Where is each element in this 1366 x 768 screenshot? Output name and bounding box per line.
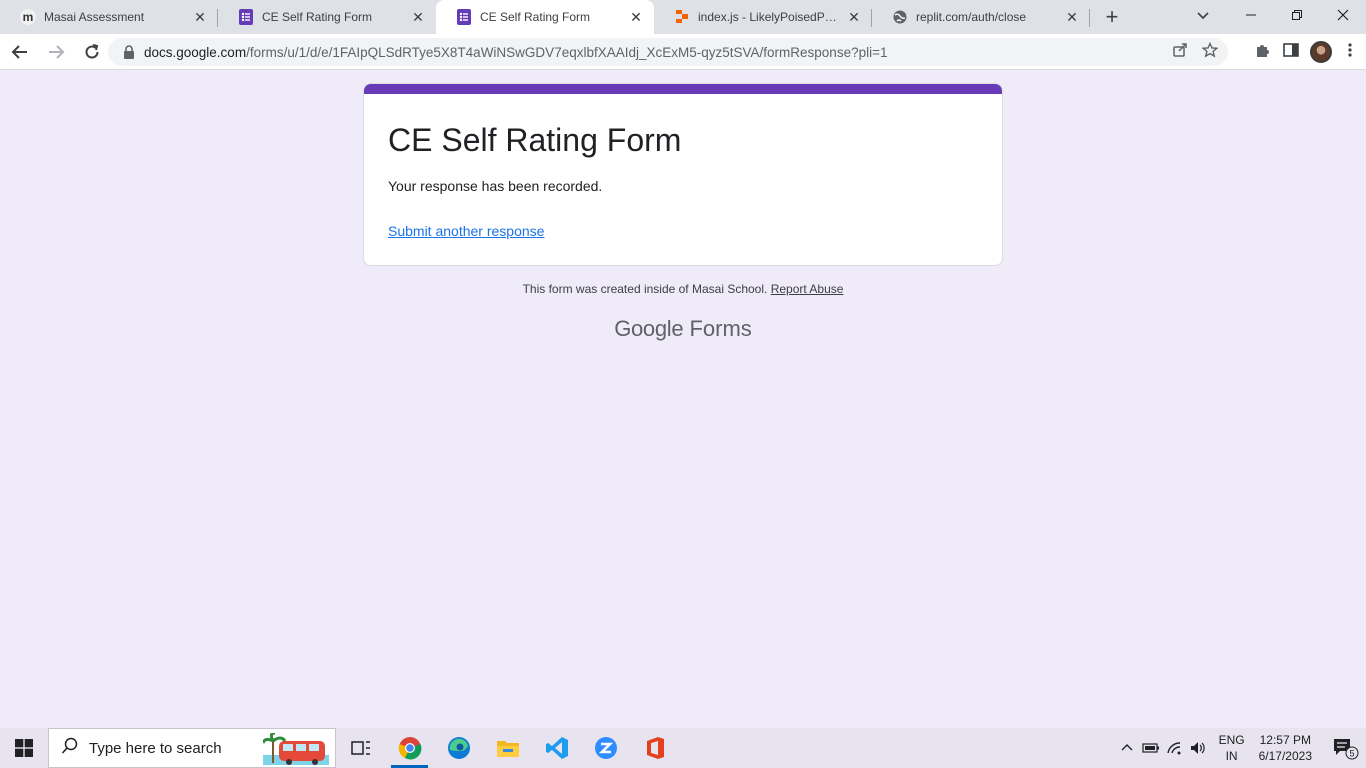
vscode-icon[interactable] xyxy=(532,728,581,768)
system-tray: ENG IN 12:57 PM 6/17/2023 5 xyxy=(1115,728,1366,768)
tab-title: Masai Assessment xyxy=(44,10,145,24)
windows-taskbar: Type here to search ENG IN 12:57 PM 6/17… xyxy=(0,728,1366,768)
svg-text:m: m xyxy=(23,10,34,24)
windows-start-button[interactable] xyxy=(0,728,48,768)
brand-google: Google xyxy=(614,316,684,341)
tab-search-chevron-icon[interactable] xyxy=(1188,0,1218,30)
minimize-button[interactable] xyxy=(1228,0,1274,30)
browser-toolbar: docs.google.com/forms/u/1/d/e/1FAIpQLSdR… xyxy=(0,34,1366,70)
chevron-up-icon[interactable] xyxy=(1115,742,1139,754)
tab-title: CE Self Rating Form xyxy=(262,10,373,24)
tab-ce-self-rating-active[interactable]: CE Self Rating Form ✕ xyxy=(436,0,654,34)
brand-forms: Forms xyxy=(689,316,752,341)
window-controls xyxy=(1228,0,1366,30)
created-inside-text: This form was created inside of Masai Sc… xyxy=(522,282,768,296)
tab-title: index.js - LikelyPoisedPaint - xyxy=(698,10,840,24)
globe-icon xyxy=(892,9,908,25)
edge-taskbar-icon[interactable] xyxy=(434,728,483,768)
language-indicator[interactable]: ENG IN xyxy=(1219,732,1245,764)
search-highlight-illustration xyxy=(261,731,329,765)
notification-center-icon[interactable]: 5 xyxy=(1326,736,1366,760)
lang-code: ENG xyxy=(1218,733,1245,747)
reload-button[interactable] xyxy=(76,36,108,68)
new-tab-button[interactable]: + xyxy=(1090,0,1134,34)
profile-avatar[interactable] xyxy=(1310,41,1332,63)
office-icon[interactable] xyxy=(630,728,679,768)
close-icon[interactable]: ✕ xyxy=(1064,9,1080,25)
form-footer-note: This form was created inside of Masai Sc… xyxy=(363,282,1003,296)
tab-strip: m Masai Assessment ✕ CE Self Rating Form… xyxy=(0,0,1366,34)
clock[interactable]: 12:57 PM 6/17/2023 xyxy=(1259,732,1312,764)
tab-ce-self-rating-1[interactable]: CE Self Rating Form ✕ xyxy=(218,0,436,34)
close-icon[interactable]: ✕ xyxy=(192,9,208,25)
menu-kebab-icon[interactable] xyxy=(1342,41,1358,64)
url-path: /forms/u/1/d/e/1FAIpQLSdRTye5X8T4aWiNSwG… xyxy=(246,44,888,60)
submit-another-response-link[interactable]: Submit another response xyxy=(388,223,544,239)
wifi-icon[interactable] xyxy=(1163,741,1187,755)
volume-icon[interactable] xyxy=(1187,741,1211,755)
task-view-icon[interactable] xyxy=(336,728,385,768)
google-forms-icon xyxy=(238,9,254,25)
restore-button[interactable] xyxy=(1274,0,1320,30)
url-text: docs.google.com/forms/u/1/d/e/1FAIpQLSdR… xyxy=(144,45,1172,60)
form-confirmation-card: CE Self Rating Form Your response has be… xyxy=(363,83,1003,266)
masai-m-icon: m xyxy=(20,9,36,25)
report-abuse-link[interactable]: Report Abuse xyxy=(771,282,844,296)
clock-date: 6/17/2023 xyxy=(1258,749,1312,763)
close-icon[interactable]: ✕ xyxy=(410,9,426,25)
side-panel-icon[interactable] xyxy=(1282,41,1300,64)
tab-masai-assessment[interactable]: m Masai Assessment ✕ xyxy=(0,0,218,34)
battery-icon[interactable] xyxy=(1139,742,1163,754)
zoom-icon[interactable] xyxy=(581,728,630,768)
form-accent-band xyxy=(364,84,1002,94)
lock-icon[interactable] xyxy=(122,45,136,59)
clock-time: 12:57 PM xyxy=(1259,733,1311,747)
tab-title: replit.com/auth/close xyxy=(916,10,1027,24)
back-button[interactable] xyxy=(4,36,36,68)
bookmark-star-icon[interactable] xyxy=(1201,41,1219,63)
forward-button[interactable] xyxy=(40,36,72,68)
tab-replit-auth[interactable]: replit.com/auth/close ✕ xyxy=(872,0,1090,34)
region-code: IN xyxy=(1225,749,1238,763)
close-icon[interactable]: ✕ xyxy=(846,9,862,25)
notification-count: 5 xyxy=(1349,749,1354,759)
url-host: docs.google.com xyxy=(144,44,247,60)
close-icon[interactable]: ✕ xyxy=(628,9,644,25)
confirmation-message: Your response has been recorded. xyxy=(388,178,603,194)
form-title: CE Self Rating Form xyxy=(388,122,682,158)
taskbar-search-box[interactable]: Type here to search xyxy=(48,728,336,768)
google-forms-icon xyxy=(456,9,472,25)
chrome-taskbar-icon[interactable] xyxy=(385,728,434,768)
google-forms-logo[interactable]: Google Forms xyxy=(363,316,1003,342)
close-window-button[interactable] xyxy=(1320,0,1366,30)
extensions-puzzle-icon[interactable] xyxy=(1254,41,1272,64)
search-icon xyxy=(61,737,79,759)
tab-replit-index[interactable]: index.js - LikelyPoisedPaint - ✕ xyxy=(654,0,872,34)
tab-title: CE Self Rating Form xyxy=(480,10,591,24)
share-icon[interactable] xyxy=(1172,42,1188,63)
file-explorer-icon[interactable] xyxy=(483,728,532,768)
address-bar[interactable]: docs.google.com/forms/u/1/d/e/1FAIpQLSdR… xyxy=(108,38,1228,66)
replit-icon xyxy=(674,9,690,25)
search-placeholder: Type here to search xyxy=(89,739,222,757)
